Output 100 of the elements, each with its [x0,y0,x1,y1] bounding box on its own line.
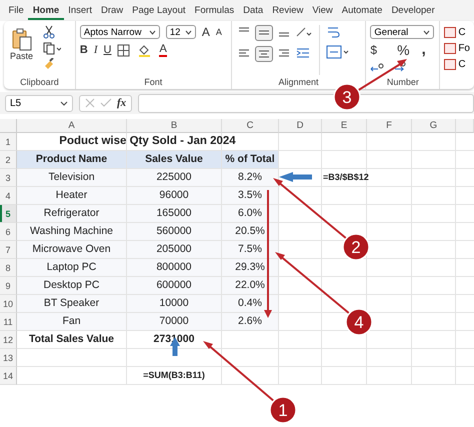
table-cell: 600000 [127,277,222,295]
wrap-text-icon[interactable] [326,25,340,39]
scissors-icon[interactable] [43,25,56,39]
row-header[interactable]: 5 [0,205,17,223]
font-color-button[interactable]: A [159,43,167,57]
table-style-icon [444,59,456,70]
format-painter-icon[interactable] [43,58,56,71]
group-label: Clipboard [19,77,60,87]
column-heading: Product Name [17,151,127,169]
row-header[interactable]: 7 [0,241,17,259]
row-header[interactable]: 12 [0,331,17,349]
paste-button[interactable]: Paste [8,25,36,63]
table-cell: 70000 [127,313,222,331]
caret-icon[interactable] [423,30,430,34]
menu-tab[interactable]: Page Layout [128,2,190,20]
column-header[interactable]: E [322,119,367,133]
insert-function-button[interactable]: fx [117,97,126,109]
column-header[interactable]: C [222,119,279,133]
callout-number: 3 [333,83,361,111]
borders-icon[interactable] [117,44,132,56]
caret-icon[interactable] [184,30,192,34]
callout-number: 4 [345,308,373,336]
row-header[interactable]: 8 [0,259,17,277]
group-label: Number [386,77,420,87]
merge-icon[interactable] [326,45,350,59]
row-header[interactable]: 1 [0,133,17,151]
style-item[interactable]: C [444,59,470,70]
menu-tab[interactable]: Review [268,2,308,20]
check-icon[interactable] [100,98,112,108]
column-heading: % of Total [222,151,279,169]
table-cell: Refrigerator [17,205,127,223]
name-box[interactable]: L5 [5,94,73,112]
number-format-dropdown[interactable]: General [370,25,434,39]
table-cell: 800000 [127,259,222,277]
table-cell: 20.5% [222,223,279,241]
table-cell: 2.6% [222,313,279,331]
callout-number: 2 [342,233,370,261]
column-header[interactable]: F [367,119,412,133]
menu-tab[interactable]: Draw [96,2,128,20]
increase-decimal-icon[interactable] [370,61,386,73]
menu-tab[interactable]: Formulas [190,2,239,20]
table-style-icon [444,27,456,38]
grow-font-button[interactable]: A [202,25,210,39]
row-header[interactable]: 10 [0,295,17,313]
table-cell: Desktop PC [17,277,127,295]
table-cell: 0.4% [222,295,279,313]
column-header[interactable]: G [412,119,456,133]
row-header[interactable]: 13 [0,349,17,367]
menu-tab[interactable]: Developer [386,2,440,20]
currency-button[interactable]: $ [370,43,378,57]
formula-note: =SUM(B3:B11) [127,367,222,385]
caret-icon[interactable] [60,100,68,106]
copy-icon[interactable] [43,42,62,55]
column-heading: Sales Value [127,151,222,169]
menu-tab[interactable]: Automate [337,2,387,20]
table-cell: 96000 [127,187,222,205]
underline-button[interactable]: U [104,43,112,57]
table-cell: 205000 [127,241,222,259]
percent-button[interactable]: % [397,43,410,57]
formula-note: =B3/$B$12 [322,169,412,187]
align-icon[interactable] [254,46,273,62]
row-header[interactable]: 9 [0,277,17,295]
row-header[interactable]: 3 [0,169,17,187]
row-header[interactable]: 4 [0,187,17,205]
decrease-decimal-icon[interactable] [392,61,408,73]
column-header[interactable]: B [127,119,222,133]
table-cell: 8.2% [222,169,279,187]
caret-icon[interactable] [148,30,156,34]
table-cell: 3.5% [222,187,279,205]
style-item[interactable]: Fo [444,43,470,54]
align-icon[interactable] [254,25,273,41]
table-cell: 225000 [127,169,222,187]
row-header[interactable]: 6 [0,223,17,241]
menu-tab[interactable]: View [308,2,338,20]
comma-button[interactable]: , [422,45,426,55]
menu-tab[interactable]: Insert [64,2,96,20]
row-header[interactable]: 14 [0,367,17,385]
bold-button[interactable]: B [80,43,88,57]
menu-tab[interactable]: Data [238,2,268,20]
italic-button[interactable]: I [94,43,98,57]
font-size-dropdown[interactable]: 12 [166,25,196,39]
column-header[interactable]: A [17,119,127,133]
style-item[interactable]: C [444,27,470,38]
table-cell: Microwave Oven [17,241,127,259]
table-cell: 7.5% [222,241,279,259]
column-header[interactable]: D [279,119,322,133]
shrink-font-button[interactable]: A [216,25,222,39]
orientation-icon[interactable] [294,25,313,39]
table-cell: Washing Machine [17,223,127,241]
table-cell: 6.0% [222,205,279,223]
table-cell: Fan [17,313,127,331]
group-label: Font [143,77,164,87]
menu-tab[interactable]: File [4,2,28,20]
row-header[interactable]: 2 [0,151,17,169]
table-cell: Heater [17,187,127,205]
table-cell: BT Speaker [17,295,127,313]
row-header[interactable]: 11 [0,313,17,331]
font-name-dropdown[interactable]: Aptos Narrow [80,25,160,39]
table-style-icon [444,43,456,54]
table-cell: 22.0% [222,277,279,295]
